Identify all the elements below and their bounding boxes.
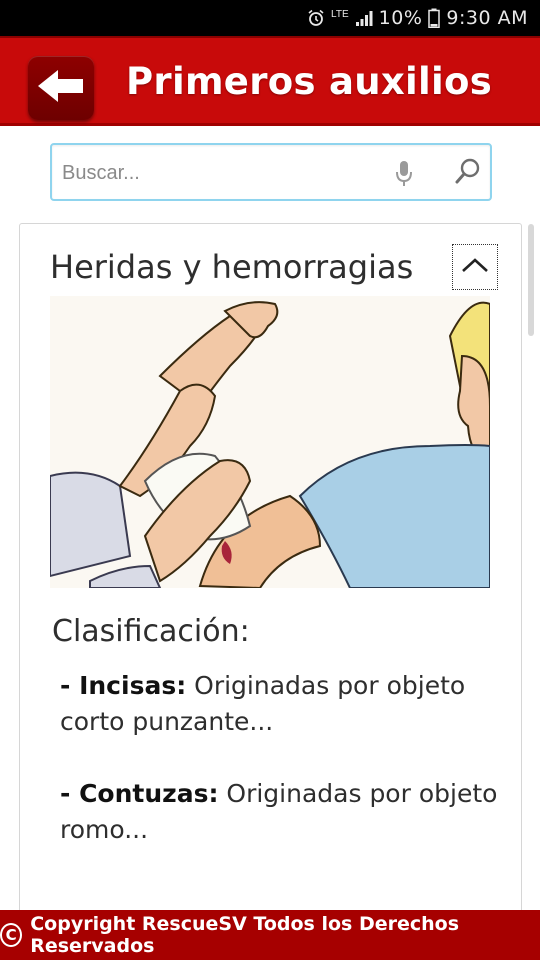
footer: C Copyright RescueSV Todos los Derechos … <box>0 910 540 960</box>
chevron-up-icon <box>461 256 489 279</box>
battery-icon <box>428 8 441 28</box>
card-title: Heridas y hemorragias <box>50 248 414 286</box>
list-item: - Incisas: Originadas por objeto corto p… <box>60 668 500 740</box>
status-bar: LTE 10% 9:30 AM <box>0 0 540 36</box>
copyright-text: Copyright RescueSV Todos los Derechos Re… <box>30 913 460 957</box>
app-bar: Primeros auxilios <box>0 36 540 126</box>
alarm-icon <box>307 9 325 27</box>
scrollbar[interactable] <box>528 224 534 336</box>
page-title: Primeros auxilios <box>126 60 493 103</box>
search-input[interactable] <box>62 155 382 191</box>
item-term: - Contuzas: <box>60 779 219 808</box>
arrow-left-icon <box>36 68 86 109</box>
section-heading: Clasificación: <box>52 614 250 649</box>
item-term: - Incisas: <box>60 671 187 700</box>
signal-icon <box>355 9 373 27</box>
collapse-button[interactable] <box>452 244 498 290</box>
copyright-icon: C <box>0 923 23 947</box>
content-card: Heridas y hemorragias Clasificación: - I… <box>19 223 522 923</box>
list-item: - Contuzas: Originadas por objeto romo..… <box>60 776 500 848</box>
network-type: LTE <box>331 8 349 20</box>
mic-icon[interactable] <box>394 160 414 188</box>
battery-percent: 10% <box>378 7 423 29</box>
search-icon[interactable] <box>454 157 482 185</box>
clock: 9:30 AM <box>446 7 528 29</box>
wound-illustration <box>50 296 490 588</box>
back-button[interactable] <box>28 56 94 120</box>
search-box <box>50 143 492 201</box>
